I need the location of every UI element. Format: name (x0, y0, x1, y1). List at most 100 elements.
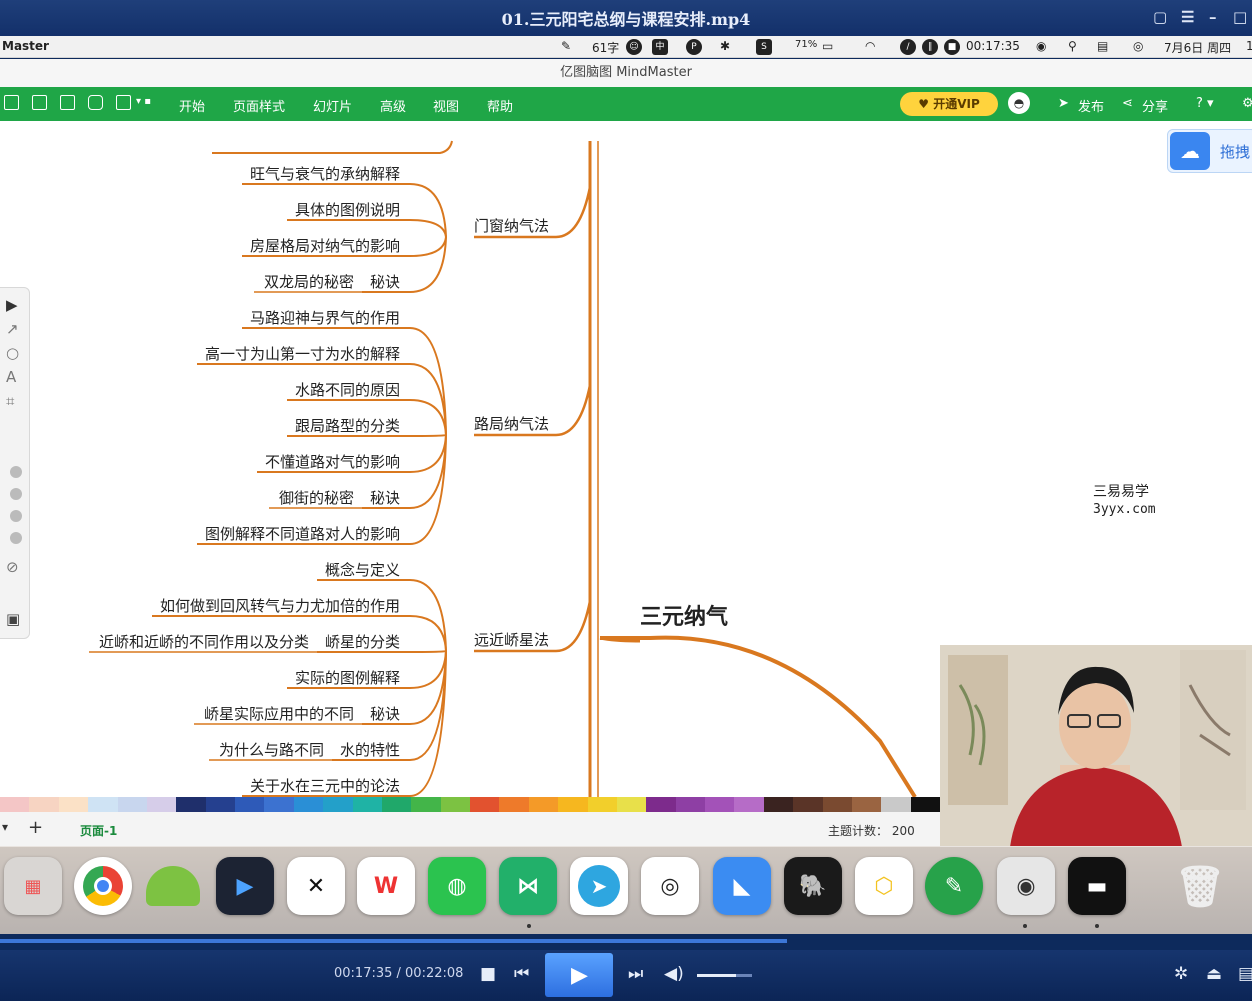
color-swatch[interactable] (793, 797, 823, 812)
browser-icon[interactable]: ◎ (641, 857, 699, 915)
stop-icon[interactable]: ■ (944, 39, 960, 55)
color-dot-icon[interactable] (10, 466, 22, 478)
branch-topic[interactable]: 门窗纳气法 (474, 215, 549, 236)
evernote-icon[interactable]: 🐘 (784, 857, 842, 915)
publish-button[interactable]: 发布 (1078, 96, 1104, 115)
more-dropdown-icon[interactable]: ▾ ▪ (136, 96, 151, 107)
chat-icon[interactable]: ▢ (1153, 8, 1167, 26)
color-swatch[interactable] (587, 797, 617, 812)
leaf-topic[interactable]: 实际的图例解释 (295, 667, 400, 688)
root-topic[interactable]: 三元纳气 (640, 599, 728, 631)
video-progress-bar[interactable] (0, 934, 1252, 950)
avatar[interactable]: ◓ (1008, 92, 1030, 114)
tools-icon[interactable]: ✲ (1174, 964, 1188, 984)
volume-icon[interactable]: ◀) (664, 964, 684, 984)
color-swatch[interactable] (470, 797, 500, 812)
pen-icon[interactable]: / (900, 39, 916, 55)
launchpad-icon[interactable]: ▦ (4, 857, 62, 915)
text-icon[interactable]: A (6, 368, 16, 386)
vip-button[interactable]: ♥ 开通VIP (900, 92, 998, 116)
color-swatch[interactable] (176, 797, 206, 812)
leaf-topic[interactable]: 秘诀 (370, 487, 400, 508)
next-button[interactable]: ⏭ (628, 964, 643, 984)
color-swatch[interactable] (763, 797, 794, 812)
brush-icon[interactable]: ✎ (561, 39, 571, 53)
chrome-icon[interactable] (74, 857, 132, 915)
sub-leaf-topic[interactable]: 为什么与路不同 (219, 739, 324, 760)
play-button[interactable]: ▶ (545, 953, 613, 997)
color-swatch[interactable] (29, 797, 59, 812)
leaf-topic[interactable]: 具体的图例说明 (295, 199, 400, 220)
leaf-topic[interactable]: 秘诀 (370, 271, 400, 292)
word-count[interactable]: 61字 (592, 39, 619, 56)
share-icon[interactable]: ⋖ (1122, 96, 1133, 111)
color-swatch[interactable] (58, 797, 89, 812)
bluetooth-icon[interactable]: ✱ (720, 39, 730, 53)
color-swatch[interactable] (499, 797, 529, 812)
video-player-icon[interactable]: ▶ (216, 857, 274, 915)
screen-recorder-icon[interactable]: ▬ (1068, 857, 1126, 915)
color-swatch[interactable] (88, 797, 118, 812)
sub-leaf-topic[interactable]: 双龙局的秘密 (264, 271, 354, 292)
pause-icon[interactable]: ∥ (922, 39, 938, 55)
leaf-topic[interactable]: 秘诀 (370, 703, 400, 724)
leaf-topic[interactable]: 水的特性 (340, 739, 400, 760)
stop-button[interactable]: ■ (480, 964, 496, 984)
color-palette[interactable] (0, 797, 940, 812)
play-icon[interactable]: ▶ (6, 296, 18, 314)
color-dot-icon[interactable] (10, 532, 22, 544)
cloud-drag-panel[interactable]: ☁ 拖拽 (1167, 129, 1252, 173)
finder-cat-icon[interactable]: ◣ (713, 857, 771, 915)
leaf-topic[interactable]: 图例解释不同道路对人的影响 (205, 523, 400, 544)
share-button[interactable]: 分享 (1142, 96, 1168, 115)
wps-icon[interactable]: W (357, 857, 415, 915)
sub-leaf-topic[interactable]: 近峤和近峤的不同作用以及分类 (99, 631, 309, 652)
color-swatch[interactable] (146, 797, 177, 812)
branch-topic[interactable]: 远近峤星法 (474, 629, 549, 650)
battery-icon[interactable]: ▭ (822, 39, 833, 53)
volume-slider[interactable] (697, 974, 752, 977)
new-file-icon[interactable] (4, 95, 19, 110)
page-tab[interactable]: 页面-1 (80, 822, 117, 839)
leaf-topic[interactable]: 水路不同的原因 (295, 379, 400, 400)
sub-leaf-topic[interactable]: 峤星实际应用中的不同 (204, 703, 354, 724)
open-folder-icon[interactable] (32, 95, 47, 110)
tab-start[interactable]: 开始 (179, 96, 205, 115)
color-swatch[interactable] (0, 797, 30, 812)
color-swatch[interactable] (705, 797, 735, 812)
s-icon[interactable]: S (756, 39, 772, 55)
color-swatch[interactable] (440, 797, 470, 812)
leaf-topic[interactable]: 房屋格局对纳气的影响 (250, 235, 400, 256)
telegram-icon[interactable]: ➤ (570, 857, 628, 915)
color-swatch[interactable] (352, 797, 382, 812)
capcut-icon[interactable]: ✕ (287, 857, 345, 915)
color-swatch[interactable] (822, 797, 852, 812)
playlist-toggle-icon[interactable]: ▤ (1238, 964, 1252, 984)
arrow-icon[interactable]: ↗ (6, 320, 19, 338)
publish-icon[interactable]: ➤ (1058, 96, 1069, 111)
add-page-icon[interactable]: + (28, 817, 43, 838)
search-icon[interactable]: ⚲ (1068, 39, 1077, 53)
branch-topic[interactable]: 路局纳气法 (474, 413, 549, 434)
color-swatch[interactable] (117, 797, 147, 812)
color-swatch[interactable] (558, 797, 588, 812)
settings-icon[interactable]: ⚙ (1242, 96, 1252, 111)
tab-slides[interactable]: 幻灯片 (313, 96, 352, 115)
p-icon[interactable]: P (686, 39, 702, 55)
circle-icon[interactable]: ○ (6, 344, 19, 362)
leaf-topic[interactable]: 概念与定义 (325, 559, 400, 580)
menubar-app-name[interactable]: Master (2, 39, 49, 53)
leaf-topic[interactable]: 高一寸为山第一寸为水的解释 (205, 343, 400, 364)
image-icon[interactable]: ▣ (6, 610, 20, 628)
maximize-icon[interactable]: □ (1233, 8, 1247, 26)
notes-icon[interactable]: ⬡ (855, 857, 913, 915)
crop-icon[interactable]: ⌗ (6, 392, 14, 410)
color-swatch[interactable] (616, 797, 647, 812)
color-swatch[interactable] (205, 797, 235, 812)
eject-icon[interactable]: ⏏ (1206, 964, 1222, 984)
playlist-icon[interactable]: ☰ (1181, 8, 1194, 26)
trash-icon[interactable]: 🗑 (1171, 857, 1229, 915)
page-menu-icon[interactable]: ▾ (2, 820, 8, 834)
sub-leaf-topic[interactable]: 御街的秘密 (279, 487, 354, 508)
color-swatch[interactable] (851, 797, 882, 812)
